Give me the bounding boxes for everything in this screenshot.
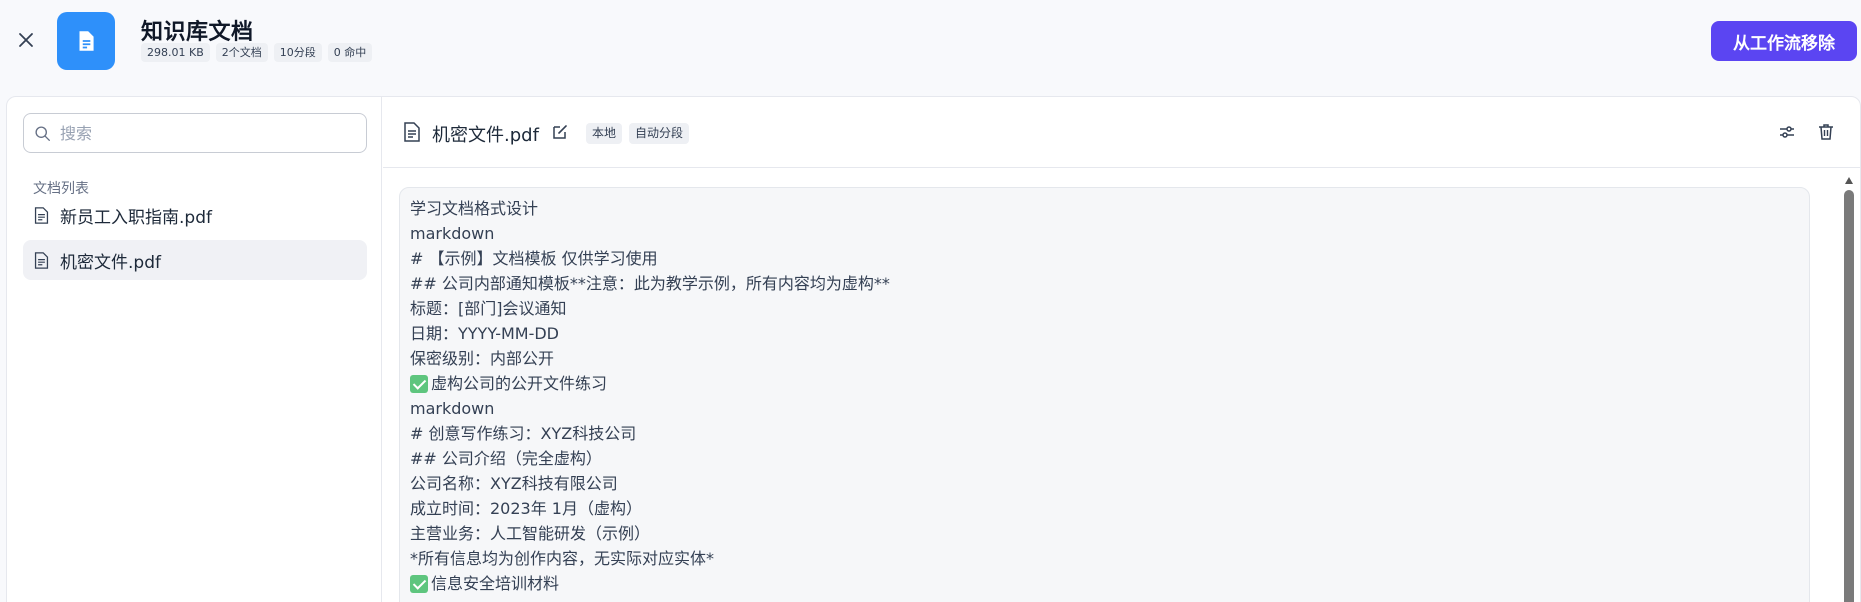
content-line-text: 保密级别：内部公开 — [410, 349, 555, 368]
document-content: 学习文档格式设计 markdown # 【示例】文档模板 仅供学习使用 ## 公司内部… — [399, 187, 1810, 602]
content-line-text: # 创意写作练习：XYZ科技公司 — [410, 424, 637, 443]
stat-doc-count: 2个文档 — [215, 43, 268, 62]
file-icon — [34, 251, 49, 269]
content-line: 主营业务：人工智能研发（示例） — [410, 521, 1799, 546]
search-box[interactable] — [23, 113, 367, 153]
trash-icon[interactable] — [1816, 122, 1836, 142]
stat-hits: 0 命中 — [327, 43, 373, 62]
sidebar: 文档列表 新员工入职指南.pdf 机密文件.pdf — [7, 97, 382, 602]
document-viewer: 机密文件.pdf 本地 自动分段 学习文档格式设计 markdown # 【示例】文… — [383, 97, 1860, 602]
content-line: 公司名称：XYZ科技有限公司 — [410, 471, 1799, 496]
check-mark-icon — [410, 574, 428, 593]
page-title: 知识库文档 — [141, 20, 254, 45]
check-mark-icon — [410, 374, 428, 393]
document-header: 机密文件.pdf 本地 自动分段 — [383, 97, 1860, 168]
content-line: 学习文档格式设计 — [410, 196, 1799, 221]
content-line: 保密级别：内部公开 — [410, 346, 1799, 371]
content-line: # 创意写作练习：XYZ科技公司 — [410, 421, 1799, 446]
content-line: 标题：[部门]会议通知 — [410, 296, 1799, 321]
content-line: ## 公司介绍（完全虚构） — [410, 446, 1799, 471]
file-item-onboarding[interactable]: 新员工入职指南.pdf — [23, 195, 367, 235]
content-line: markdown — [410, 221, 1799, 246]
content-line-text: 成立时间：2023年 1月（虚构） — [410, 499, 642, 518]
remove-from-workflow-button[interactable]: 从工作流移除 — [1711, 21, 1857, 61]
content-line: 成立时间：2023年 1月（虚构） — [410, 496, 1799, 521]
scroll-up-arrow[interactable] — [1845, 177, 1853, 184]
header: 知识库文档 298.01 KB 2个文档 10分段 0 命中 从工作流移除 — [0, 0, 1861, 96]
content-line: *所有信息均为创作内容，无实际对应实体* — [410, 546, 1799, 571]
content-line-text: markdown — [410, 399, 495, 418]
content-line-text: 信息安全培训材料 — [431, 574, 560, 593]
content-line: # 【示例】文档模板 仅供学习使用 — [410, 246, 1799, 271]
content-line-text: # 【示例】文档模板 仅供学习使用 — [410, 249, 658, 268]
content-line-text: ## 公司介绍（完全虚构） — [410, 449, 602, 468]
tag-auto-segment: 自动分段 — [629, 123, 690, 144]
document-name: 机密文件.pdf — [432, 125, 539, 146]
file-name: 机密文件.pdf — [60, 252, 161, 273]
content-line-text: markdown — [410, 224, 495, 243]
content-line-text: 主营业务：人工智能研发（示例） — [410, 524, 651, 543]
edit-icon[interactable] — [551, 123, 569, 141]
scrollbar[interactable] — [1844, 177, 1854, 602]
content-line: 信息安全培训材料 — [410, 571, 1799, 596]
content-line-text: ## 公司内部通知模板**注意：此为教学示例，所有内容均为虚构** — [410, 274, 890, 293]
file-item-confidential[interactable]: 机密文件.pdf — [23, 240, 367, 280]
content-line-text: 日期：YYYY-MM-DD — [410, 324, 559, 343]
tag-local: 本地 — [586, 123, 623, 144]
content-line: 虚构公司的公开文件练习 — [410, 371, 1799, 396]
content-line-text: 标题：[部门]会议通知 — [410, 299, 567, 318]
file-icon — [34, 206, 49, 224]
stat-size: 298.01 KB — [141, 43, 210, 62]
content-line: ## 公司内部通知模板**注意：此为教学示例，所有内容均为虚构** — [410, 271, 1799, 296]
knowledge-panel: 文档列表 新员工入职指南.pdf 机密文件.pdf 机密文件.pdf — [6, 96, 1861, 602]
document-icon — [79, 31, 94, 51]
content-line-text: *所有信息均为创作内容，无实际对应实体* — [410, 549, 715, 568]
file-name: 新员工入职指南.pdf — [60, 207, 212, 228]
file-icon — [404, 122, 420, 142]
search-input[interactable] — [60, 118, 360, 148]
stat-segments: 10分段 — [273, 43, 322, 62]
search-icon — [35, 126, 50, 141]
content-line-text: 学习文档格式设计 — [410, 199, 539, 218]
scrollbar-thumb[interactable] — [1844, 190, 1854, 602]
settings-sliders-icon[interactable] — [1777, 122, 1797, 142]
content-line-text: 虚构公司的公开文件练习 — [431, 374, 608, 393]
content-line: 日期：YYYY-MM-DD — [410, 321, 1799, 346]
close-icon[interactable] — [16, 30, 36, 50]
content-line-text: 公司名称：XYZ科技有限公司 — [410, 474, 618, 493]
content-line: markdown — [410, 396, 1799, 421]
document-badge — [57, 12, 115, 70]
stats-row: 298.01 KB 2个文档 10分段 0 命中 — [141, 43, 373, 62]
